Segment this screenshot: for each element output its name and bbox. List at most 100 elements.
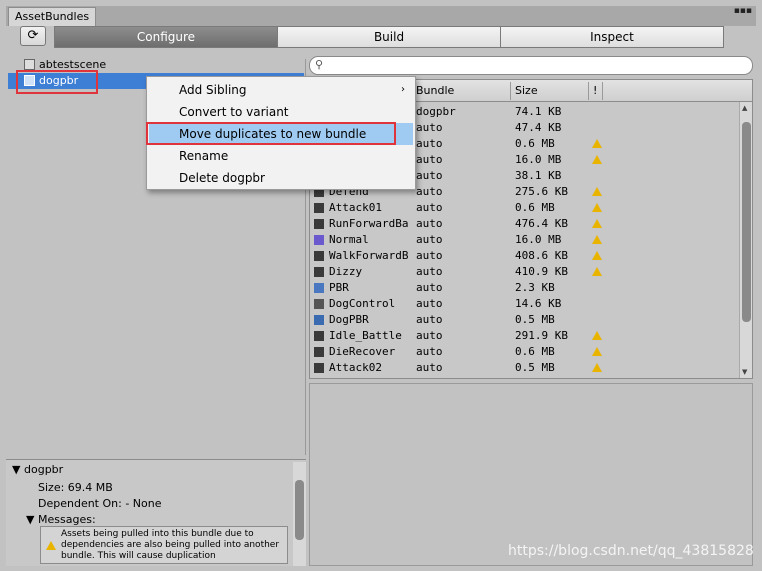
warning-icon bbox=[592, 363, 602, 372]
warning-icon bbox=[592, 235, 602, 244]
asset-type-icon bbox=[314, 251, 324, 261]
column-header-warning[interactable]: ! bbox=[593, 84, 597, 97]
asset-list-scrollbar[interactable]: ▲ ▼ bbox=[739, 102, 752, 378]
asset-name: Dizzy bbox=[329, 265, 363, 278]
asset-type-icon bbox=[314, 299, 324, 309]
column-divider[interactable] bbox=[588, 82, 589, 100]
column-divider[interactable] bbox=[602, 82, 603, 100]
asset-name: Normal bbox=[329, 233, 369, 246]
asset-type-icon bbox=[314, 331, 324, 341]
asset-details-panel bbox=[309, 383, 753, 566]
asset-size: 47.4 KB bbox=[515, 121, 562, 134]
warning-icon bbox=[592, 251, 602, 260]
table-row[interactable]: Attack02 auto 0.5 MB bbox=[310, 360, 738, 376]
column-divider[interactable] bbox=[510, 82, 511, 100]
asset-bundle: auto bbox=[416, 249, 443, 262]
asset-name: WalkForwardB bbox=[329, 249, 409, 262]
column-header-bundle[interactable]: Bundle bbox=[416, 84, 454, 97]
asset-bundle: auto bbox=[416, 217, 443, 230]
asset-bundle: auto bbox=[416, 169, 443, 182]
menu-item-label: Add Sibling bbox=[179, 83, 247, 97]
info-size: Size: 69.4 MB bbox=[38, 481, 113, 494]
asset-type-icon bbox=[314, 235, 324, 245]
warning-icon bbox=[592, 331, 602, 340]
collapse-triangle-icon[interactable]: ▼ bbox=[12, 463, 20, 476]
table-row[interactable]: RunForwardBa auto 476.4 KB bbox=[310, 216, 738, 232]
bundle-info-panel: ▼ dogpbr Size: 69.4 MB Dependent On: - N… bbox=[6, 459, 306, 566]
menu-item-add-sibling[interactable]: Add Sibling › bbox=[149, 79, 413, 101]
scroll-up-icon[interactable]: ▲ bbox=[742, 104, 747, 112]
warning-icon bbox=[592, 187, 602, 196]
table-row[interactable]: PBR auto 2.3 KB bbox=[310, 280, 738, 296]
asset-size: 0.6 MB bbox=[515, 201, 555, 214]
asset-bundle: auto bbox=[416, 297, 443, 310]
scroll-down-icon[interactable]: ▼ bbox=[742, 368, 747, 376]
asset-size: 0.6 MB bbox=[515, 137, 555, 150]
asset-type-icon bbox=[314, 363, 324, 373]
table-row[interactable]: DogPBR auto 0.5 MB bbox=[310, 312, 738, 328]
asset-name: Attack01 bbox=[329, 201, 382, 214]
table-row[interactable]: DieRecover auto 0.6 MB bbox=[310, 344, 738, 360]
warning-icon bbox=[592, 203, 602, 212]
table-row[interactable]: WalkForwardB auto 408.6 KB bbox=[310, 248, 738, 264]
asset-name: DogControl bbox=[329, 297, 396, 310]
tab-build[interactable]: Build bbox=[277, 26, 501, 48]
asset-type-icon bbox=[314, 267, 324, 277]
info-scrollbar[interactable] bbox=[293, 462, 306, 566]
info-title: dogpbr bbox=[24, 463, 64, 476]
asset-type-icon bbox=[314, 347, 324, 357]
asset-bundle: auto bbox=[416, 345, 443, 358]
asset-bundle: auto bbox=[416, 233, 443, 246]
table-row[interactable]: Idle_Battle auto 291.9 KB bbox=[310, 328, 738, 344]
info-messages-label: Messages: bbox=[38, 513, 96, 526]
asset-name: PBR bbox=[329, 281, 349, 294]
asset-name: DogPBR bbox=[329, 313, 369, 326]
refresh-icon: ⟳ bbox=[27, 28, 39, 43]
search-icon: ⚲ bbox=[315, 58, 324, 71]
menu-item-delete[interactable]: Delete dogpbr bbox=[149, 167, 413, 189]
asset-size: 408.6 KB bbox=[515, 249, 568, 262]
asset-size: 38.1 KB bbox=[515, 169, 562, 182]
table-row[interactable]: DogControl auto 14.6 KB bbox=[310, 296, 738, 312]
messages-triangle-icon[interactable]: ▼ bbox=[26, 513, 34, 526]
asset-size: 275.6 KB bbox=[515, 185, 568, 198]
scrollbar-thumb[interactable] bbox=[295, 480, 304, 540]
asset-bundle: auto bbox=[416, 137, 443, 150]
table-row[interactable]: Attack01 auto 0.6 MB bbox=[310, 200, 738, 216]
search-input[interactable]: ⚲ bbox=[309, 56, 753, 75]
tab-configure[interactable]: Configure bbox=[54, 26, 278, 48]
warning-icon bbox=[592, 267, 602, 276]
refresh-button[interactable]: ⟳ bbox=[20, 26, 46, 46]
column-header-size[interactable]: Size bbox=[515, 84, 538, 97]
table-row[interactable]: Normal auto 16.0 MB bbox=[310, 232, 738, 248]
warning-icon bbox=[592, 347, 602, 356]
asset-bundle: auto bbox=[416, 185, 443, 198]
tab-inspect[interactable]: Inspect bbox=[500, 26, 724, 48]
asset-bundle: auto bbox=[416, 281, 443, 294]
asset-size: 476.4 KB bbox=[515, 217, 568, 230]
asset-name: DieRecover bbox=[329, 345, 396, 358]
window-menu-icon[interactable]: ▪▪▪ bbox=[734, 7, 752, 16]
annotation-box-dogpbr bbox=[16, 70, 98, 94]
info-dependent: Dependent On: - None bbox=[38, 497, 162, 510]
menu-item-rename[interactable]: Rename bbox=[149, 145, 413, 167]
asset-bundle: auto bbox=[416, 153, 443, 166]
asset-size: 0.5 MB bbox=[515, 361, 555, 374]
asset-size: 2.3 KB bbox=[515, 281, 555, 294]
asset-bundle: dogpbr bbox=[416, 105, 456, 118]
asset-name: Attack02 bbox=[329, 361, 382, 374]
watermark: https://blog.csdn.net/qq_43815828 bbox=[508, 543, 754, 559]
asset-type-icon bbox=[314, 203, 324, 213]
warning-icon bbox=[592, 219, 602, 228]
asset-bundle: auto bbox=[416, 121, 443, 134]
table-row[interactable]: Dizzy auto 410.9 KB bbox=[310, 264, 738, 280]
menu-item-convert-to-variant[interactable]: Convert to variant bbox=[149, 101, 413, 123]
asset-size: 0.6 MB bbox=[515, 345, 555, 358]
message-box: Assets being pulled into this bundle due… bbox=[40, 526, 288, 564]
window-tab[interactable]: AssetBundles bbox=[8, 7, 97, 26]
scene-icon bbox=[24, 59, 35, 70]
asset-type-icon bbox=[314, 219, 324, 229]
submenu-arrow-icon: › bbox=[401, 84, 405, 95]
asset-bundle: auto bbox=[416, 329, 443, 342]
scrollbar-thumb[interactable] bbox=[742, 122, 751, 322]
